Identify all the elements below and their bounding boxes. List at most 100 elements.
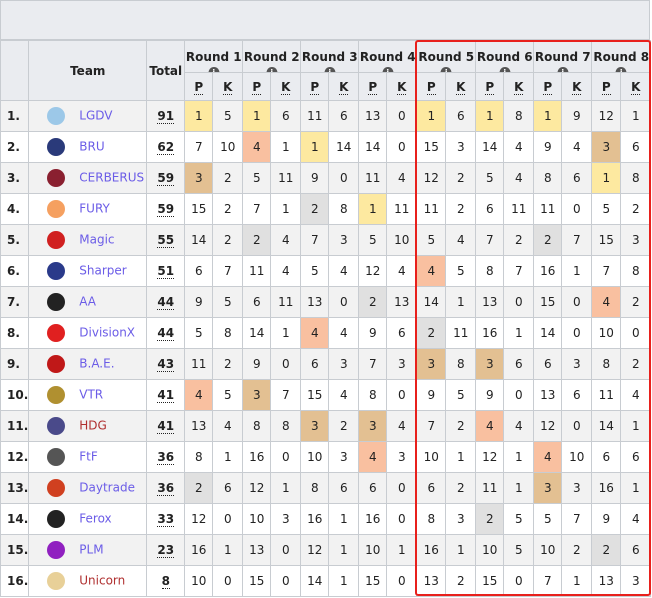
team-link[interactable]: BRU	[79, 140, 104, 154]
info-icon[interactable]: i	[557, 67, 569, 72]
total-value[interactable]: 44	[157, 326, 175, 341]
team-logo-icon[interactable]	[47, 510, 66, 528]
kills-cell: 1	[620, 472, 652, 504]
team-link[interactable]: Sharper	[79, 264, 126, 278]
info-icon[interactable]: i	[324, 67, 336, 72]
kills-cell: 1	[270, 472, 302, 504]
team-link[interactable]: AA	[79, 295, 96, 309]
kills-cell: 0	[620, 317, 652, 349]
total-cell: 59	[146, 193, 186, 225]
k-header[interactable]: K	[270, 72, 302, 101]
total-value[interactable]: 43	[157, 357, 175, 372]
team-link[interactable]: Magic	[79, 233, 114, 247]
total-value[interactable]: 41	[157, 388, 175, 403]
total-value[interactable]: 36	[157, 450, 175, 465]
k-header[interactable]: K	[620, 72, 652, 101]
placement-cell: 4	[300, 317, 330, 349]
total-value[interactable]: 33	[157, 512, 175, 527]
placement-cell: 12	[358, 255, 388, 287]
k-header[interactable]: K	[503, 72, 535, 101]
kills-cell: 3	[386, 348, 418, 380]
k-header[interactable]: K	[386, 72, 418, 101]
total-header[interactable]: Total	[146, 40, 186, 101]
p-header[interactable]: P	[242, 72, 272, 101]
info-icon[interactable]: i	[440, 67, 452, 72]
p-header[interactable]: P	[475, 72, 505, 101]
total-value[interactable]: 62	[157, 140, 175, 155]
k-header[interactable]: K	[561, 72, 593, 101]
p-header[interactable]: P	[300, 72, 330, 101]
total-value[interactable]: 23	[157, 543, 175, 558]
team-link[interactable]: PLM	[79, 543, 103, 557]
info-icon[interactable]: i	[382, 67, 394, 72]
kills-cell: 2	[445, 162, 477, 194]
team-logo-icon[interactable]	[47, 448, 66, 466]
team-logo-icon[interactable]	[47, 169, 66, 187]
team-logo-icon[interactable]	[47, 231, 66, 249]
k-label: K	[514, 79, 524, 95]
info-icon[interactable]: i	[615, 67, 627, 72]
p-header[interactable]: P	[591, 72, 622, 101]
table-row: 3. CERBERUS 59 3 2 5 11 9 0 11 4 12 2 5 4 8 6 1 8	[0, 162, 652, 194]
team-logo-icon[interactable]	[47, 386, 66, 404]
info-icon[interactable]: i	[208, 67, 220, 72]
team-logo-icon[interactable]	[47, 138, 66, 156]
team-link[interactable]: B.A.E.	[79, 357, 114, 371]
team-link[interactable]: Unicorn	[79, 574, 125, 588]
kills-cell: 7	[561, 224, 593, 256]
team-link[interactable]: FtF	[79, 450, 98, 464]
placement-cell: 4	[533, 441, 563, 473]
placement-cell: 9	[242, 348, 272, 380]
total-value[interactable]: 51	[157, 264, 175, 279]
team-logo-icon[interactable]	[47, 541, 66, 559]
team-logo-icon[interactable]	[47, 200, 66, 218]
team-logo-icon[interactable]	[47, 417, 66, 435]
team-link[interactable]: Ferox	[79, 512, 111, 526]
round-header: Round 5 i	[416, 40, 477, 73]
p-header[interactable]: P	[184, 72, 214, 101]
info-icon[interactable]: i	[266, 67, 278, 72]
team-header[interactable]: Team	[28, 40, 148, 101]
team-link[interactable]: DivisionX	[79, 326, 135, 340]
team-logo-icon[interactable]	[47, 572, 66, 590]
placement-cell: 11	[300, 100, 330, 132]
placement-cell: 7	[242, 193, 272, 225]
k-header[interactable]: K	[328, 72, 360, 101]
placement-cell: 8	[475, 255, 505, 287]
team-logo-icon[interactable]	[47, 479, 66, 497]
rank-cell: 10.	[0, 379, 30, 411]
total-value[interactable]: 91	[157, 109, 175, 124]
team-link[interactable]: FURY	[79, 202, 110, 216]
placement-cell: 1	[300, 131, 330, 163]
total-value[interactable]: 8	[161, 574, 170, 589]
table-row: 10. VTR 41 4 5 3 7 15 4 8 0 9 5 9 0 13 6 11 4	[0, 379, 652, 411]
total-value[interactable]: 36	[157, 481, 175, 496]
team-logo-icon[interactable]	[47, 355, 66, 373]
kills-cell: 1	[270, 317, 302, 349]
total-value[interactable]: 59	[157, 202, 175, 217]
team-logo-icon[interactable]	[47, 324, 66, 342]
team-logo-icon[interactable]	[47, 293, 66, 311]
total-value[interactable]: 55	[157, 233, 175, 248]
info-icon[interactable]: i	[499, 67, 511, 72]
table-row: 14. Ferox 33 12 0 10 3 16 1 16 0 8 3 2 5 5 7 9 4	[0, 503, 652, 535]
placement-cell: 15	[416, 131, 447, 163]
team-link[interactable]: VTR	[79, 388, 103, 402]
k-header[interactable]: K	[445, 72, 477, 101]
team-link[interactable]: LGDV	[79, 109, 112, 123]
team-logo-icon[interactable]	[47, 107, 66, 125]
total-cell: 36	[146, 441, 186, 473]
team-link[interactable]: CERBERUS	[79, 171, 144, 185]
p-header[interactable]: P	[533, 72, 563, 101]
p-header[interactable]: P	[416, 72, 447, 101]
team-logo-icon[interactable]	[47, 262, 66, 280]
total-value[interactable]: 44	[157, 295, 175, 310]
team-link[interactable]: HDG	[79, 419, 107, 433]
total-value[interactable]: 41	[157, 419, 175, 434]
k-header[interactable]: K	[212, 72, 244, 101]
round-label: Round 7	[534, 49, 591, 64]
team-link[interactable]: Daytrade	[79, 481, 135, 495]
placement-cell: 1	[184, 100, 214, 132]
total-value[interactable]: 59	[157, 171, 175, 186]
p-header[interactable]: P	[358, 72, 388, 101]
